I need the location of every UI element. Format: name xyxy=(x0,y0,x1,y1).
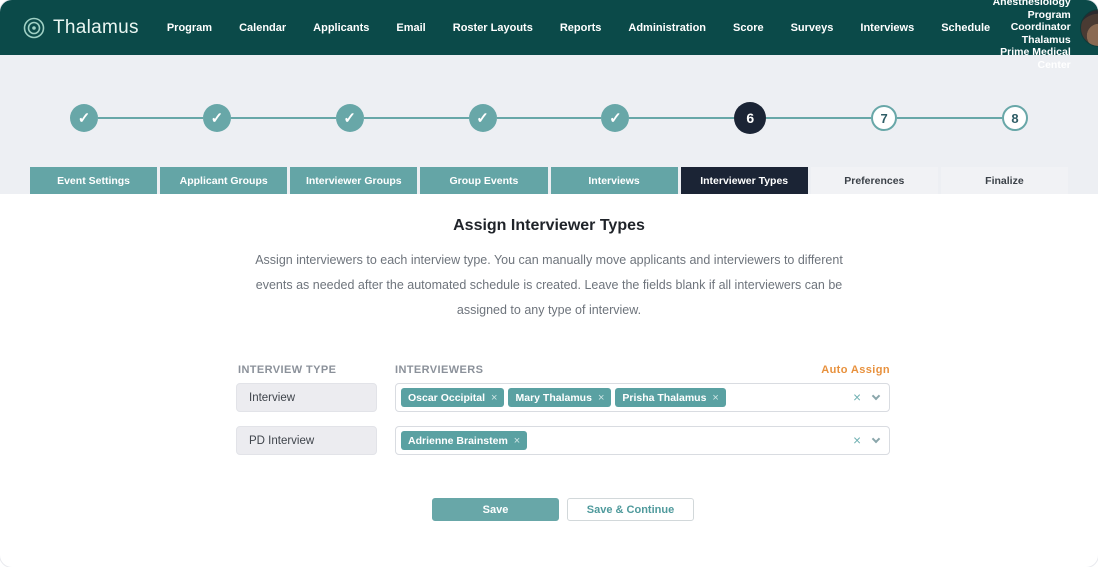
tag-remove-icon[interactable]: × xyxy=(598,392,604,404)
step-6[interactable]: 6 xyxy=(734,102,766,134)
interviewer-tag-adrienne-brainstem[interactable]: Adrienne Brainstem × xyxy=(401,431,527,450)
nav-item-surveys[interactable]: Surveys xyxy=(791,22,834,34)
step-7[interactable]: 7 xyxy=(871,105,897,131)
step-connector xyxy=(629,117,734,119)
clear-selection-icon[interactable]: × xyxy=(853,433,861,448)
user-avatar[interactable] xyxy=(1080,9,1098,47)
nav-item-reports[interactable]: Reports xyxy=(560,22,602,34)
interviewers-column-header: INTERVIEWERS xyxy=(395,364,821,376)
save-button[interactable]: Save xyxy=(432,498,559,521)
dropdown-chevron-icon[interactable] xyxy=(872,435,880,443)
form-rows: InterviewOscar Occipital×Mary Thalamus×P… xyxy=(236,383,890,455)
page-title: Assign Interviewer Types xyxy=(0,217,1098,235)
tag-remove-icon[interactable]: × xyxy=(491,392,497,404)
step-connector xyxy=(497,117,602,119)
interviewer-tag-mary-thalamus[interactable]: Mary Thalamus × xyxy=(508,388,611,407)
nav-item-program[interactable]: Program xyxy=(167,22,212,34)
page-description: Assign interviewers to each interview ty… xyxy=(253,248,845,323)
brand[interactable]: Thalamus xyxy=(22,16,139,40)
wizard-stepper: ✓ ✓ ✓ ✓ ✓ 6 7 8 xyxy=(70,102,1028,134)
step-8[interactable]: 8 xyxy=(1002,105,1028,131)
thalamus-app-window: Thalamus Program Calendar Applicants Email R… xyxy=(0,0,1098,567)
user-specialty: Anesthesiology xyxy=(990,0,1071,9)
tab-interviewer-groups[interactable]: Interviewer Groups xyxy=(290,167,417,194)
tab-preferences[interactable]: Preferences xyxy=(811,167,938,194)
interview-type-column-header: INTERVIEW TYPE xyxy=(236,364,395,376)
tag-remove-icon[interactable]: × xyxy=(712,392,718,404)
clear-selection-icon[interactable]: × xyxy=(853,390,861,405)
main-content: Assign Interviewer Types Assign intervie… xyxy=(0,194,1098,567)
form-header: INTERVIEW TYPE INTERVIEWERS Auto Assign xyxy=(236,364,890,376)
user-menu[interactable]: Nicole Cortex Anesthesiology Program Coo… xyxy=(990,0,1098,71)
nav-item-email[interactable]: Email xyxy=(396,22,425,34)
step-connector xyxy=(231,117,336,119)
tag-remove-icon[interactable]: × xyxy=(514,435,520,447)
interviewer-tags: Oscar Occipital×Mary Thalamus×Prisha Tha… xyxy=(401,388,853,407)
user-role: Program Coordinator xyxy=(990,9,1071,34)
top-navbar: Thalamus Program Calendar Applicants Email R… xyxy=(0,0,1098,55)
tab-interviews[interactable]: Interviews xyxy=(551,167,678,194)
step-complete-2[interactable]: ✓ xyxy=(203,104,231,132)
nav-item-score[interactable]: Score xyxy=(733,22,764,34)
interview-type-box-pd-interview: PD Interview xyxy=(236,426,377,455)
interviewers-select-pd-interview[interactable]: Adrienne Brainstem × × xyxy=(395,426,890,455)
thalamus-logo-icon xyxy=(22,16,46,40)
nav-item-interviews[interactable]: Interviews xyxy=(860,22,914,34)
step-complete-4[interactable]: ✓ xyxy=(469,104,497,132)
nav-item-calendar[interactable]: Calendar xyxy=(239,22,286,34)
interview-type-box-interview: Interview xyxy=(236,383,377,412)
user-org: Thalamus Prime Medical Center xyxy=(990,34,1071,72)
interviewer-tag-label: Mary Thalamus xyxy=(515,392,591,404)
interviewer-type-row: InterviewOscar Occipital×Mary Thalamus×P… xyxy=(236,383,890,412)
save-and-continue-button[interactable]: Save & Continue xyxy=(567,498,694,521)
step-complete-5[interactable]: ✓ xyxy=(601,104,629,132)
step-complete-1[interactable]: ✓ xyxy=(70,104,98,132)
step-connector xyxy=(897,117,1002,119)
nav-item-schedule[interactable]: Schedule xyxy=(941,22,990,34)
nav-item-roster-layouts[interactable]: Roster Layouts xyxy=(453,22,533,34)
interviewer-tag-prisha-thalamus[interactable]: Prisha Thalamus × xyxy=(615,388,725,407)
step-connector xyxy=(364,117,469,119)
step-complete-3[interactable]: ✓ xyxy=(336,104,364,132)
nav-item-applicants[interactable]: Applicants xyxy=(313,22,369,34)
tab-event-settings[interactable]: Event Settings xyxy=(30,167,157,194)
form-actions: Save Save & Continue xyxy=(14,498,1098,521)
interviewer-tags: Adrienne Brainstem × xyxy=(401,431,853,450)
dropdown-chevron-icon[interactable] xyxy=(872,392,880,400)
step-connector xyxy=(766,117,871,119)
interviewer-types-form: INTERVIEW TYPE INTERVIEWERS Auto Assign … xyxy=(236,364,890,455)
tab-interviewer-types[interactable]: Interviewer Types xyxy=(681,167,808,194)
interviewer-tag-label: Adrienne Brainstem xyxy=(408,435,508,447)
main-menu: Program Calendar Applicants Email Roster Lay… xyxy=(167,22,990,34)
wizard-tab-bar: Event SettingsApplicant GroupsInterviewe… xyxy=(30,167,1068,194)
tab-applicant-groups[interactable]: Applicant Groups xyxy=(160,167,287,194)
tab-group-events[interactable]: Group Events xyxy=(420,167,547,194)
interviewer-type-row: PD Interview Adrienne Brainstem × × xyxy=(236,426,890,455)
tab-finalize[interactable]: Finalize xyxy=(941,167,1068,194)
user-info: Nicole Cortex Anesthesiology Program Coo… xyxy=(990,0,1071,71)
interviewer-tag-oscar-occipital[interactable]: Oscar Occipital × xyxy=(401,388,504,407)
interviewer-tag-label: Prisha Thalamus xyxy=(622,392,706,404)
interviewer-tag-label: Oscar Occipital xyxy=(408,392,485,404)
nav-item-administration[interactable]: Administration xyxy=(628,22,706,34)
step-connector xyxy=(98,117,203,119)
brand-name: Thalamus xyxy=(53,17,139,39)
wizard-stepper-section: ✓ ✓ ✓ ✓ ✓ 6 7 8 xyxy=(0,55,1098,134)
interviewers-select-interview[interactable]: Oscar Occipital×Mary Thalamus×Prisha Tha… xyxy=(395,383,890,412)
auto-assign-link[interactable]: Auto Assign xyxy=(821,364,890,376)
